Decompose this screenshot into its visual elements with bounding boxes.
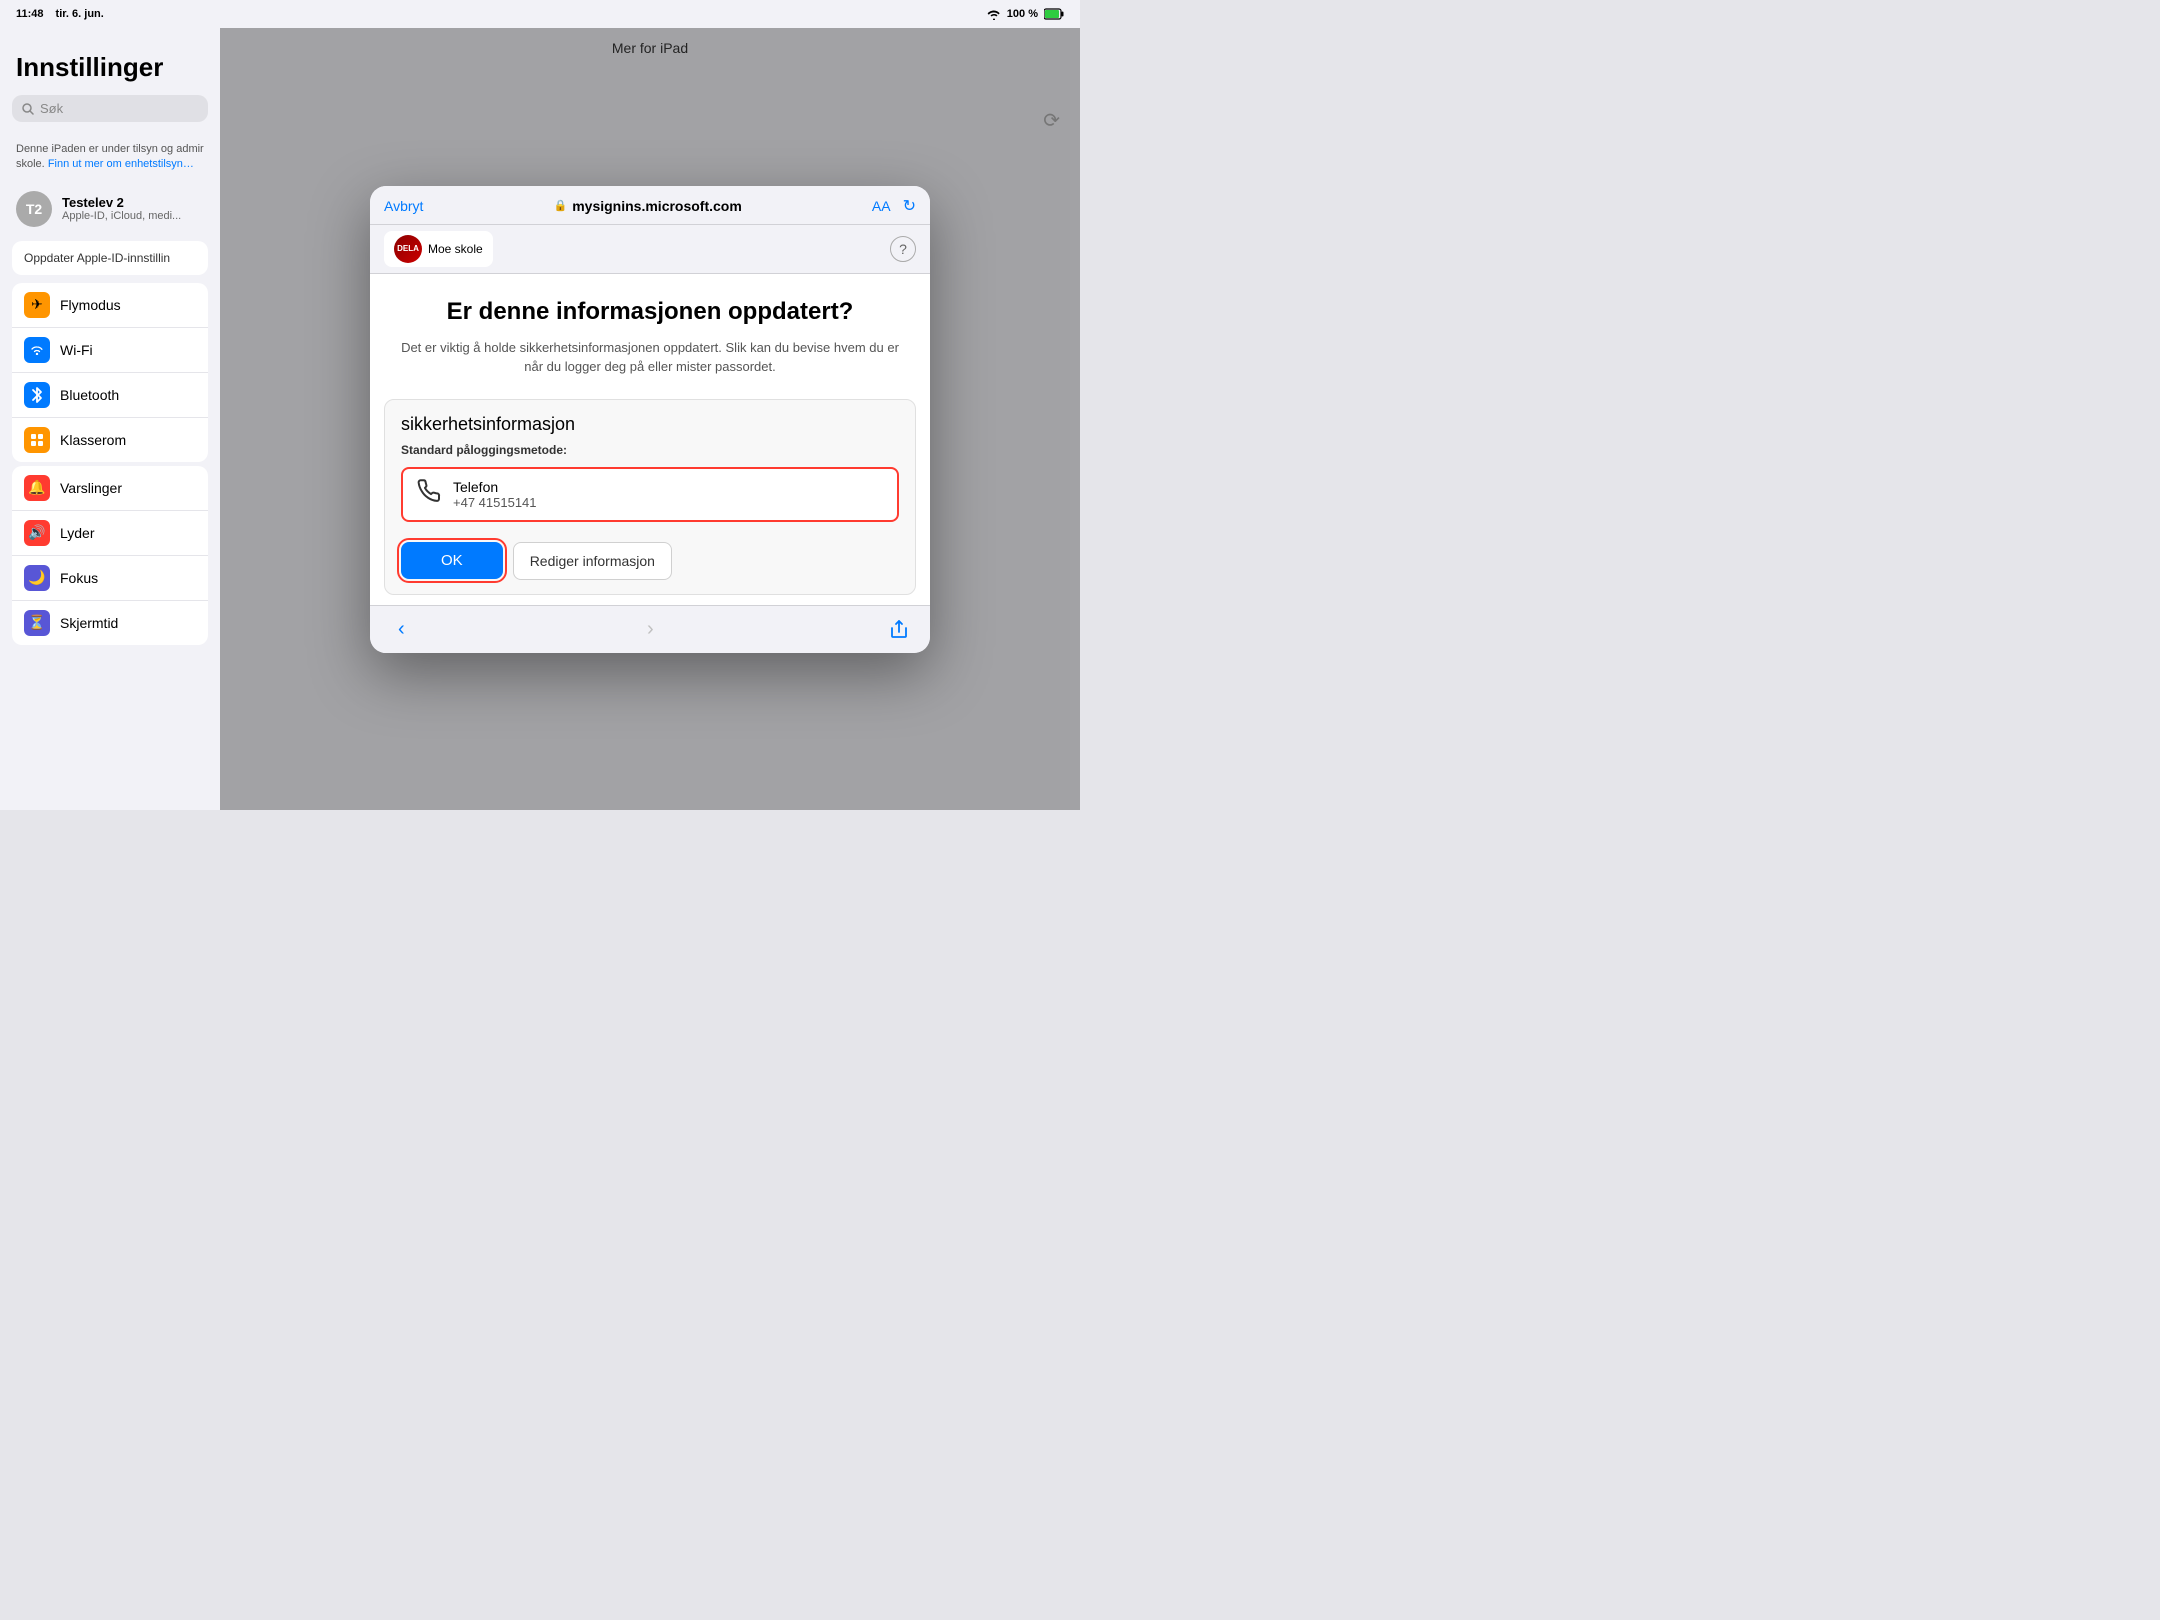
- phone-label: Telefon: [453, 479, 537, 495]
- browser-bottom: ‹ ›: [370, 605, 930, 653]
- url-bar: 🔒 mysignins.microsoft.com: [554, 198, 742, 214]
- browser-actions: AA ↻: [872, 196, 916, 216]
- phone-info: Telefon +47 41515141: [453, 479, 537, 510]
- forward-button[interactable]: ›: [639, 614, 662, 645]
- skjermtid-icon: ⏳: [24, 610, 50, 636]
- sidebar-label-bluetooth: Bluetooth: [60, 387, 119, 403]
- search-box[interactable]: Søk: [12, 95, 208, 122]
- status-bar: 11:48 tir. 6. jun. 100 %: [0, 0, 1080, 28]
- admin-link[interactable]: Finn ut mer om enhetstilsyn…: [48, 158, 194, 170]
- bluetooth-icon: [24, 382, 50, 408]
- browser-cancel-button[interactable]: Avbryt: [384, 198, 423, 214]
- admin-notice: Denne iPaden er under tilsyn og admir sk…: [0, 134, 220, 181]
- lock-icon: 🔒: [554, 199, 568, 212]
- sidebar-label-skjermtid: Skjermtid: [60, 615, 118, 631]
- phone-item: Telefon +47 41515141: [401, 467, 899, 522]
- sidebar-label-flymodus: Flymodus: [60, 297, 121, 313]
- right-panel: Mer for iPad ⟳ Avbryt 🔒 mysignins.micros…: [220, 28, 1080, 810]
- content-header: Er denne informasjonen oppdatert? Det er…: [370, 274, 930, 389]
- sidebar-title: Innstillinger: [0, 44, 220, 95]
- sidebar: Innstillinger Søk Denne iPaden er under …: [0, 28, 220, 810]
- ok-button[interactable]: OK: [401, 542, 503, 579]
- sidebar-item-varslinger[interactable]: 🔔 Varslinger: [12, 466, 208, 511]
- battery-percent: 100 %: [1007, 8, 1038, 20]
- back-button[interactable]: ‹: [390, 614, 413, 645]
- sidebar-item-klasserom[interactable]: Klasserom: [12, 418, 208, 462]
- content-description: Det er viktig å holde sikkerhetsinformas…: [400, 338, 900, 377]
- edit-button[interactable]: Rediger informasjon: [513, 542, 672, 580]
- battery-icon: [1044, 8, 1064, 20]
- sidebar-label-lyder: Lyder: [60, 525, 95, 541]
- fokus-icon: 🌙: [24, 565, 50, 591]
- url-text: mysignins.microsoft.com: [572, 198, 742, 214]
- sidebar-label-wifi: Wi-Fi: [60, 342, 93, 358]
- refresh-button[interactable]: ↻: [903, 196, 916, 216]
- phone-icon: [417, 479, 441, 509]
- sidebar-item-wifi[interactable]: Wi-Fi: [12, 328, 208, 373]
- status-bar-right: 100 %: [987, 8, 1064, 20]
- varslinger-icon: 🔔: [24, 475, 50, 501]
- status-bar-left: 11:48 tir. 6. jun.: [16, 8, 104, 20]
- user-name: Testelev 2: [62, 195, 204, 210]
- browser-toolbar: Avbryt 🔒 mysignins.microsoft.com AA ↻: [370, 186, 930, 225]
- content-title: Er denne informasjonen oppdatert?: [400, 298, 900, 326]
- flymodus-icon: ✈: [24, 292, 50, 318]
- browser-modal: Avbryt 🔒 mysignins.microsoft.com AA ↻ DE…: [370, 186, 930, 653]
- sidebar-label-klasserom: Klasserom: [60, 432, 126, 448]
- action-row: OK Rediger informasjon: [385, 532, 915, 594]
- school-tab-label: Moe skole: [428, 242, 483, 256]
- user-info: Testelev 2 Apple-ID, iCloud, medi...: [62, 195, 204, 222]
- security-box-title: sikkerhetsinformasjon: [385, 400, 915, 443]
- sidebar-group-system: 🔔 Varslinger 🔊 Lyder 🌙 Fokus ⏳ Skjermtid: [12, 466, 208, 645]
- lyder-icon: 🔊: [24, 520, 50, 546]
- search-icon: [22, 103, 34, 115]
- wifi-icon: [987, 9, 1001, 20]
- method-label: Standard påloggingsmetode:: [385, 443, 915, 467]
- phone-number: +47 41515141: [453, 495, 537, 510]
- browser-content: Er denne informasjonen oppdatert? Det er…: [370, 274, 930, 605]
- browser-tab-bar: DELA Moe skole ?: [370, 225, 930, 274]
- sidebar-label-fokus: Fokus: [60, 570, 98, 586]
- main-layout: Innstillinger Søk Denne iPaden er under …: [0, 28, 1080, 810]
- klasserom-icon: [24, 427, 50, 453]
- sidebar-item-lyder[interactable]: 🔊 Lyder: [12, 511, 208, 556]
- sidebar-item-bluetooth[interactable]: Bluetooth: [12, 373, 208, 418]
- wifi-settings-icon: [24, 337, 50, 363]
- sidebar-item-skjermtid[interactable]: ⏳ Skjermtid: [12, 601, 208, 645]
- sidebar-group-network: ✈ Flymodus Wi-Fi: [12, 283, 208, 462]
- update-banner[interactable]: Oppdater Apple-ID-innstillin: [12, 241, 208, 275]
- user-subtitle: Apple-ID, iCloud, medi...: [62, 210, 204, 222]
- text-size-button[interactable]: AA: [872, 198, 891, 214]
- search-placeholder: Søk: [40, 101, 63, 116]
- date: tir. 6. jun.: [56, 8, 104, 20]
- user-section[interactable]: T2 Testelev 2 Apple-ID, iCloud, medi...: [0, 181, 220, 237]
- security-box: sikkerhetsinformasjon Standard pålogging…: [384, 399, 916, 595]
- share-button[interactable]: [888, 618, 910, 640]
- sidebar-label-varslinger: Varslinger: [60, 480, 122, 496]
- avatar: T2: [16, 191, 52, 227]
- school-tab[interactable]: DELA Moe skole: [384, 231, 493, 267]
- time: 11:48: [16, 8, 44, 20]
- school-logo: DELA: [394, 235, 422, 263]
- sidebar-item-fokus[interactable]: 🌙 Fokus: [12, 556, 208, 601]
- sidebar-item-flymodus[interactable]: ✈ Flymodus: [12, 283, 208, 328]
- help-button[interactable]: ?: [890, 236, 916, 262]
- modal-overlay: Avbryt 🔒 mysignins.microsoft.com AA ↻ DE…: [220, 28, 1080, 810]
